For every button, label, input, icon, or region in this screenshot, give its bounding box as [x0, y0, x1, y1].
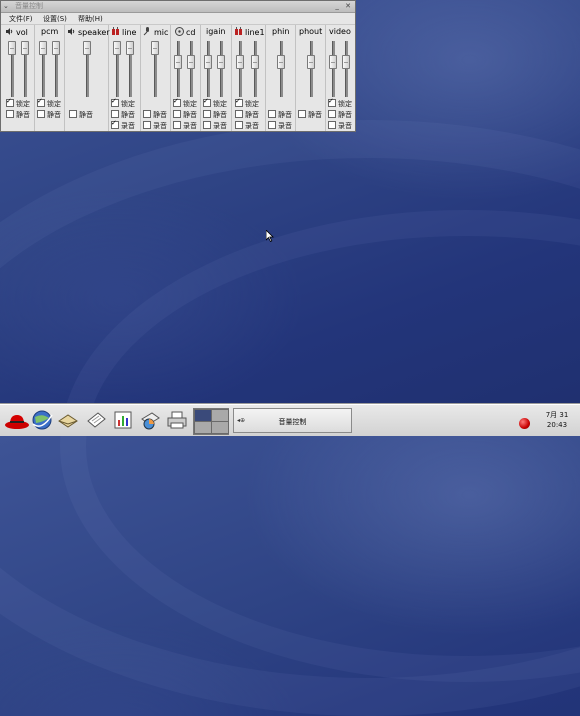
- volume-slider-right[interactable]: [251, 39, 259, 99]
- mute-checkbox[interactable]: 静音: [111, 110, 135, 119]
- window-buttons[interactable]: _ ✕: [335, 1, 353, 12]
- spreadsheet-icon[interactable]: [112, 409, 134, 431]
- menubar: 文件(F) 设置(S) 帮助(H): [1, 13, 355, 25]
- channel-label: line1: [245, 28, 265, 37]
- channel-label: igain: [206, 27, 226, 36]
- volume-slider-right[interactable]: [21, 39, 29, 99]
- mute-checkbox[interactable]: 静音: [268, 110, 292, 119]
- panel-taskbar: ◂⊕ 音量控制 7月 31 20:43: [0, 404, 580, 436]
- mute-checkbox[interactable]: 静音: [203, 110, 227, 119]
- channel-label: mic: [154, 28, 169, 37]
- channel-igain: igain 锁定 静音 录音: [201, 25, 232, 131]
- channel-line1: line1 锁定 静音 录音: [232, 25, 266, 131]
- lock-checkbox[interactable]: 锁定: [203, 97, 227, 108]
- volume-slider-left[interactable]: [204, 39, 212, 99]
- record-checkbox[interactable]: 录音: [328, 121, 352, 130]
- record-checkbox[interactable]: 录音: [268, 121, 292, 130]
- menu-file[interactable]: 文件(F): [9, 14, 33, 24]
- channel-video: video 锁定 静音 录音: [326, 25, 355, 131]
- channel-label: video: [329, 27, 351, 36]
- channel-label: phin: [272, 27, 290, 36]
- clock[interactable]: 7月 31 20:43: [536, 410, 578, 430]
- volume-slider[interactable]: [151, 39, 159, 99]
- volume-slider-right[interactable]: [217, 39, 225, 99]
- microphone-icon: [143, 27, 152, 36]
- channel-cd: cd 锁定 静音 录音: [171, 25, 201, 131]
- record-checkbox[interactable]: 录音: [235, 121, 259, 130]
- channel-pcm: pcm 锁定 静音: [35, 25, 65, 131]
- mute-checkbox[interactable]: 静音: [37, 110, 61, 119]
- record-checkbox[interactable]: 录音: [203, 121, 227, 130]
- channel-label: speaker: [78, 28, 110, 37]
- redhat-menu-icon[interactable]: [4, 409, 30, 431]
- mute-checkbox[interactable]: 静音: [143, 110, 167, 119]
- menu-help[interactable]: 帮助(H): [78, 14, 103, 24]
- volume-slider-left[interactable]: [39, 39, 47, 99]
- volume-slider-left[interactable]: [174, 39, 182, 99]
- volume-slider[interactable]: [307, 39, 315, 99]
- lock-checkbox[interactable]: 锁定: [235, 97, 259, 108]
- lock-checkbox[interactable]: 锁定: [111, 97, 135, 108]
- volume-control-window: ⌄ 音量控制 _ ✕ 文件(F) 设置(S) 帮助(H) vol 锁定 静音 p…: [0, 0, 356, 132]
- mute-checkbox[interactable]: 静音: [328, 110, 352, 119]
- volume-slider[interactable]: [83, 39, 91, 99]
- lock-checkbox[interactable]: 锁定: [37, 97, 61, 108]
- volume-slider[interactable]: [277, 39, 285, 99]
- channel-phin: phin 静音 录音: [266, 25, 296, 131]
- channel-label: cd: [186, 28, 196, 37]
- text-editor-icon[interactable]: [85, 409, 107, 431]
- mute-checkbox[interactable]: 静音: [235, 110, 259, 119]
- task-button-label: 音量控制: [278, 418, 307, 426]
- volume-slider-right[interactable]: [52, 39, 60, 99]
- mute-checkbox[interactable]: 静音: [69, 110, 93, 119]
- lock-checkbox[interactable]: 锁定: [173, 97, 197, 108]
- volume-slider-right[interactable]: [342, 39, 350, 99]
- menu-settings[interactable]: 设置(S): [43, 14, 67, 24]
- volume-slider-right[interactable]: [187, 39, 195, 99]
- workspace-4[interactable]: [211, 421, 229, 434]
- window-menu-icon[interactable]: ⌄: [3, 1, 9, 12]
- volume-slider-left[interactable]: [236, 39, 244, 99]
- channel-label: pcm: [41, 27, 59, 36]
- mute-checkbox[interactable]: 静音: [6, 110, 30, 119]
- line-in-icon: [234, 27, 243, 36]
- mute-checkbox[interactable]: 静音: [298, 110, 322, 119]
- record-checkbox[interactable]: 录音: [173, 121, 197, 130]
- mute-checkbox[interactable]: 静音: [173, 110, 197, 119]
- channel-label: vol: [16, 28, 28, 37]
- record-checkbox[interactable]: 录音: [111, 119, 135, 130]
- channel-label: line: [122, 28, 137, 37]
- volume-slider-left[interactable]: [113, 39, 121, 99]
- channel-mic: mic 静音 录音: [141, 25, 171, 131]
- volume-slider-left[interactable]: [8, 39, 16, 99]
- lock-checkbox[interactable]: 锁定: [6, 97, 30, 108]
- presentation-icon[interactable]: [139, 409, 161, 431]
- channel-label: phout: [299, 27, 323, 36]
- channel-speaker: speaker 静音: [65, 25, 110, 131]
- workspace-3[interactable]: [194, 421, 212, 434]
- volume-slider-left[interactable]: [329, 39, 337, 99]
- speaker-icon: [67, 27, 76, 36]
- window-title: 音量控制: [15, 2, 43, 10]
- clock-date: 7月 31: [545, 411, 569, 419]
- mouse-cursor-icon: [266, 230, 274, 242]
- clock-time: 20:43: [546, 421, 568, 429]
- channel-vol: vol 锁定 静音: [3, 25, 35, 131]
- web-browser-icon[interactable]: [31, 409, 53, 431]
- volume-slider-right[interactable]: [126, 39, 134, 99]
- cd-icon: [175, 27, 184, 36]
- channel-line: line 锁定 静音 录音: [109, 25, 141, 131]
- update-alert-icon[interactable]: [519, 418, 530, 429]
- window-titlebar[interactable]: ⌄ 音量控制 _ ✕: [1, 1, 355, 13]
- printer-icon[interactable]: [166, 409, 188, 431]
- record-checkbox[interactable]: 录音: [143, 121, 167, 130]
- line-in-icon: [111, 27, 120, 36]
- lock-checkbox[interactable]: 锁定: [328, 97, 352, 108]
- channel-phout: phout 静音: [296, 25, 326, 131]
- task-button-volume-control[interactable]: ◂⊕ 音量控制: [233, 408, 352, 433]
- email-icon[interactable]: [57, 409, 79, 431]
- channel-strip-area: vol 锁定 静音 pcm 锁定 静音 speaker 静音: [3, 25, 353, 131]
- workspace-switcher[interactable]: [193, 408, 229, 435]
- speaker-icon: [5, 27, 14, 36]
